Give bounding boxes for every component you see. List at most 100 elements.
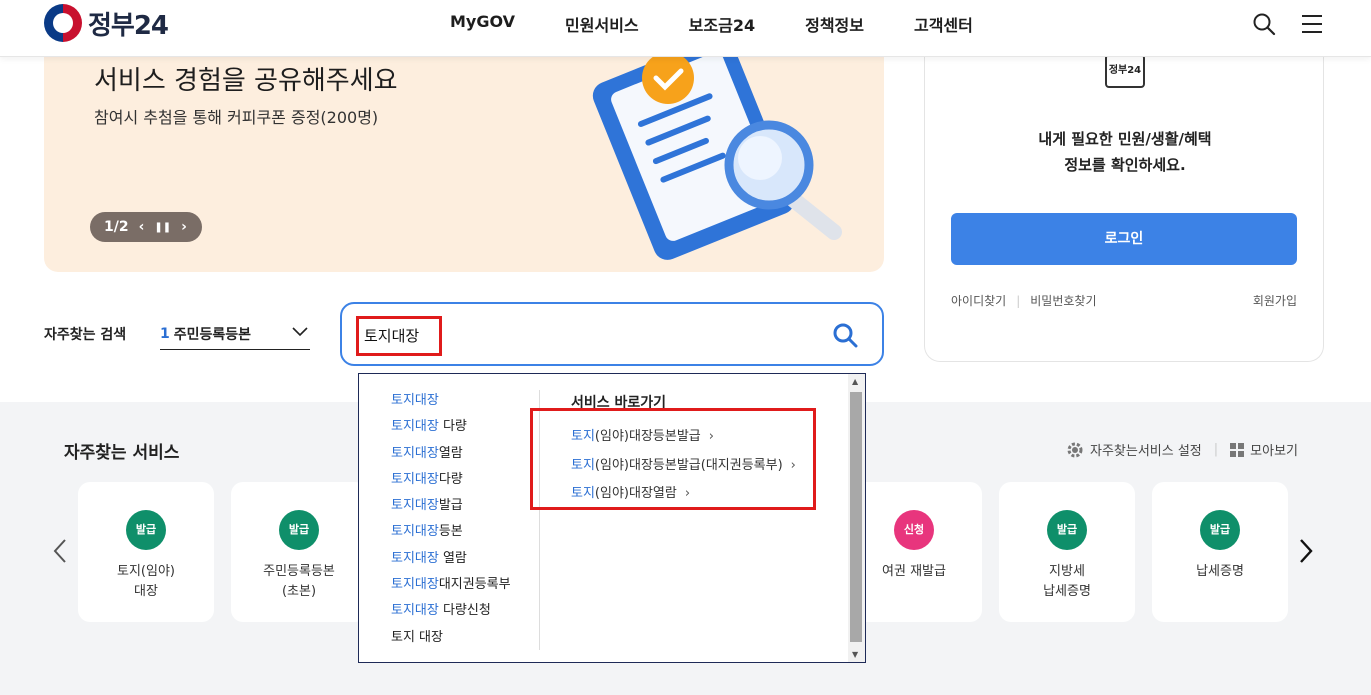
suggestion-rest: 대지권등록부	[438, 577, 511, 593]
site-header: 정부24 MyGOV 민원서비스 보조금24 정책정보 고객센터	[0, 0, 1371, 57]
issue-badge: 발급	[1200, 510, 1240, 550]
card-label-line1: 주민등록등본	[263, 564, 335, 579]
nav-subsidy24[interactable]: 보조금24	[689, 12, 755, 36]
shortcut-match: 토지	[571, 486, 595, 501]
promo-banner[interactable]: 서비스 경험을 공유해주세요 참여시 추첨을 통해 커피쿠폰 증정(200명) …	[44, 40, 884, 272]
shortcut-match: 토지	[571, 458, 595, 473]
pause-icon[interactable]: ❚❚	[154, 222, 171, 233]
shortcut-match: 토지	[571, 429, 595, 444]
nav-customer-center[interactable]: 고객센터	[914, 12, 973, 36]
frequent-search-label: 자주찾는 검색	[44, 327, 127, 343]
service-card-label: 여권 재발급	[846, 562, 982, 582]
suggestion-item[interactable]: 토지 대장	[391, 629, 511, 655]
gear-icon[interactable]	[1066, 441, 1084, 459]
search-input[interactable]: 토지대장	[356, 316, 442, 356]
suggestion-rest: 다량	[438, 419, 467, 435]
shortcut-link[interactable]: 토지(임야)대장등본발급 ›	[571, 425, 714, 444]
find-password-link[interactable]: 비밀번호찾기	[1030, 292, 1096, 309]
service-card-label: 납세증명	[1152, 562, 1288, 582]
search-icon[interactable]	[832, 322, 858, 348]
shortcut-link[interactable]: 토지(임야)대장열람 ›	[571, 482, 690, 501]
scrollbar-thumb[interactable]	[850, 392, 862, 642]
scroll-up-icon[interactable]: ▲	[852, 377, 858, 386]
suggestion-rest: 열람	[438, 445, 463, 461]
grid-icon[interactable]	[1230, 442, 1245, 457]
suggestion-item[interactable]: 토지대장 다량신청	[391, 602, 511, 628]
chevron-right-icon: ›	[684, 486, 691, 501]
suggestion-rest: 토지 대장	[391, 629, 443, 645]
services-settings-link[interactable]: 자주찾는서비스 설정	[1090, 440, 1202, 459]
suggestion-match: 토지대장	[391, 393, 439, 408]
scroll-down-icon[interactable]: ▼	[852, 650, 858, 659]
login-message: 내게 필요한 민원/생활/혜택 정보를 확인하세요.	[925, 126, 1325, 178]
chevron-right-icon: ›	[708, 429, 714, 444]
login-links: 아이디찾기 | 비밀번호찾기 회원가입	[951, 292, 1297, 309]
banner-pager: 1/2 ‹ ❚❚ ›	[90, 212, 202, 242]
signup-link[interactable]: 회원가입	[1253, 292, 1297, 309]
chevron-right-icon[interactable]	[1298, 538, 1314, 564]
login-button[interactable]: 로그인	[951, 213, 1297, 265]
service-card-label: 지방세 납세증명	[999, 562, 1135, 602]
suggestion-item[interactable]: 토지대장열람	[391, 445, 511, 471]
apply-badge: 신청	[894, 510, 934, 550]
service-card-label: 주민등록등본 (초본)	[231, 562, 367, 602]
services-tools: 자주찾는서비스 설정 | 모아보기	[1066, 440, 1298, 459]
service-card[interactable]: 발급 토지(임야) 대장	[78, 482, 214, 622]
suggestion-rest: 다량	[438, 471, 463, 487]
suggestion-item[interactable]: 토지대장등본	[391, 523, 511, 549]
site-logo[interactable]: 정부24	[44, 4, 169, 42]
chevron-down-icon	[292, 327, 308, 337]
suggestion-match: 토지대장	[391, 603, 439, 619]
dropdown-scrollbar[interactable]: ▲ ▼	[848, 374, 865, 662]
service-card-label: 토지(임야) 대장	[78, 562, 214, 602]
issue-badge: 발급	[279, 510, 319, 550]
shortcut-link[interactable]: 토지(임야)대장등본발급(대지권등록부) ›	[571, 454, 796, 473]
view-all-link[interactable]: 모아보기	[1250, 440, 1298, 459]
frequent-search-value: 주민등록등본	[173, 326, 252, 343]
chevron-left-icon[interactable]	[52, 538, 68, 564]
next-slide-icon[interactable]: ›	[181, 219, 187, 235]
suggestion-match: 토지대장	[391, 419, 439, 435]
banner-page-count: 1/2	[104, 219, 129, 235]
prev-slide-icon[interactable]: ‹	[139, 219, 145, 235]
suggestion-item[interactable]: 토지대장다량	[391, 471, 511, 497]
divider: |	[1213, 442, 1219, 457]
suggestion-match: 토지대장	[391, 471, 439, 487]
card-label-line2: (초본)	[281, 584, 317, 599]
login-card: 정부24 내게 필요한 민원/생활/혜택 정보를 확인하세요. 로그인 아이디찾…	[924, 40, 1324, 362]
frequent-search-select[interactable]: 1 주민등록등본	[160, 318, 310, 350]
suggestion-item[interactable]: 토지대장 다량	[391, 418, 511, 444]
banner-subtitle: 참여시 추첨을 통해 커피쿠폰 증정(200명)	[94, 108, 379, 127]
menu-icon[interactable]	[1300, 12, 1324, 36]
logo-text: 정부24	[88, 10, 169, 41]
nav-mygov[interactable]: MyGOV	[450, 12, 515, 36]
find-id-link[interactable]: 아이디찾기	[951, 292, 1006, 309]
banner-title: 서비스 경험을 공유해주세요	[94, 66, 398, 96]
document-magnifier-illustration	[592, 40, 842, 260]
suggestion-item[interactable]: 토지대장	[391, 392, 511, 418]
suggestion-rest: 열람	[438, 550, 467, 566]
shortcut-rest: (임야)대장열람	[594, 486, 677, 501]
suggestion-rest: 등본	[438, 524, 463, 540]
suggestion-match: 토지대장	[391, 498, 439, 514]
issue-badge: 발급	[1047, 510, 1087, 550]
suggestion-item[interactable]: 토지대장 열람	[391, 550, 511, 576]
search-icon[interactable]	[1252, 12, 1276, 36]
service-card[interactable]: 발급 납세증명	[1152, 482, 1288, 622]
search-box[interactable]: 토지대장	[340, 302, 884, 366]
login-message-line2: 정보를 확인하세요.	[1064, 156, 1186, 174]
service-card[interactable]: 발급 지방세 납세증명	[999, 482, 1135, 622]
nav-civil-services[interactable]: 민원서비스	[565, 12, 639, 36]
issue-badge: 발급	[126, 510, 166, 550]
service-card[interactable]: 발급 주민등록등본 (초본)	[231, 482, 367, 622]
suggestion-match: 토지대장	[391, 577, 439, 593]
suggestion-item[interactable]: 토지대장발급	[391, 497, 511, 523]
service-card[interactable]: 신청 여권 재발급	[846, 482, 982, 622]
card-label-line1: 여권 재발급	[882, 564, 946, 579]
divider: |	[1016, 293, 1021, 308]
suggestion-item[interactable]: 토지대장대지권등록부	[391, 576, 511, 602]
card-label-line2: 납세증명	[1043, 584, 1091, 599]
shortcut-rest: (임야)대장등본발급(대지권등록부)	[594, 458, 783, 473]
nav-policy-info[interactable]: 정책정보	[805, 12, 864, 36]
card-label-line2: 대장	[134, 584, 158, 599]
